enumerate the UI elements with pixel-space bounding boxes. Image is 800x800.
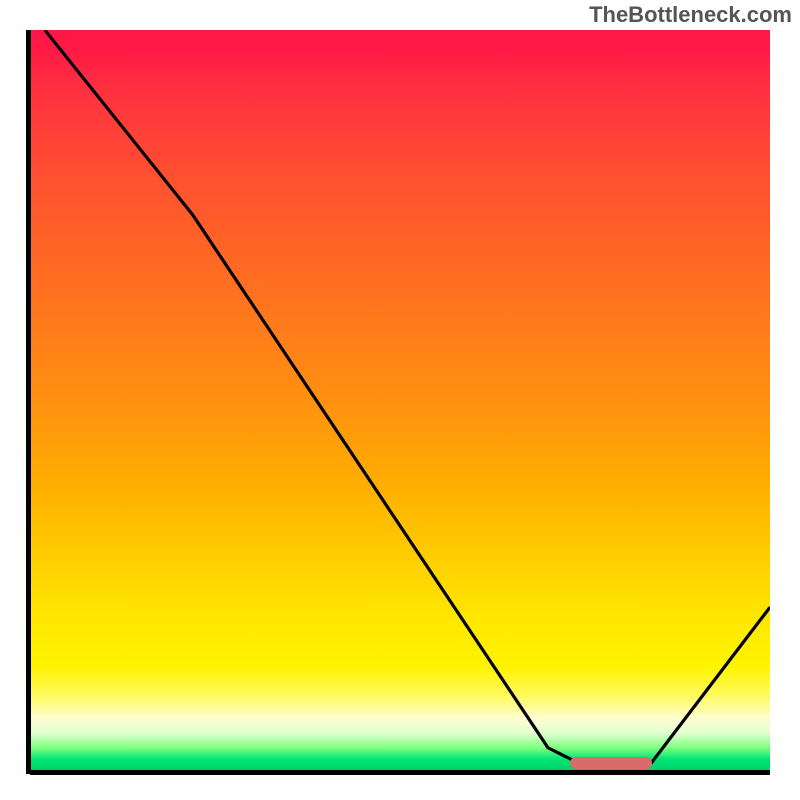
bottleneck-curve-line <box>45 30 770 763</box>
x-axis <box>30 770 770 775</box>
optimal-range-marker <box>570 757 651 769</box>
watermark-text: TheBottleneck.com <box>589 2 792 28</box>
plot-area <box>30 30 770 770</box>
y-axis <box>26 30 31 774</box>
bottleneck-chart: TheBottleneck.com <box>0 0 800 800</box>
curve-svg <box>30 30 770 770</box>
